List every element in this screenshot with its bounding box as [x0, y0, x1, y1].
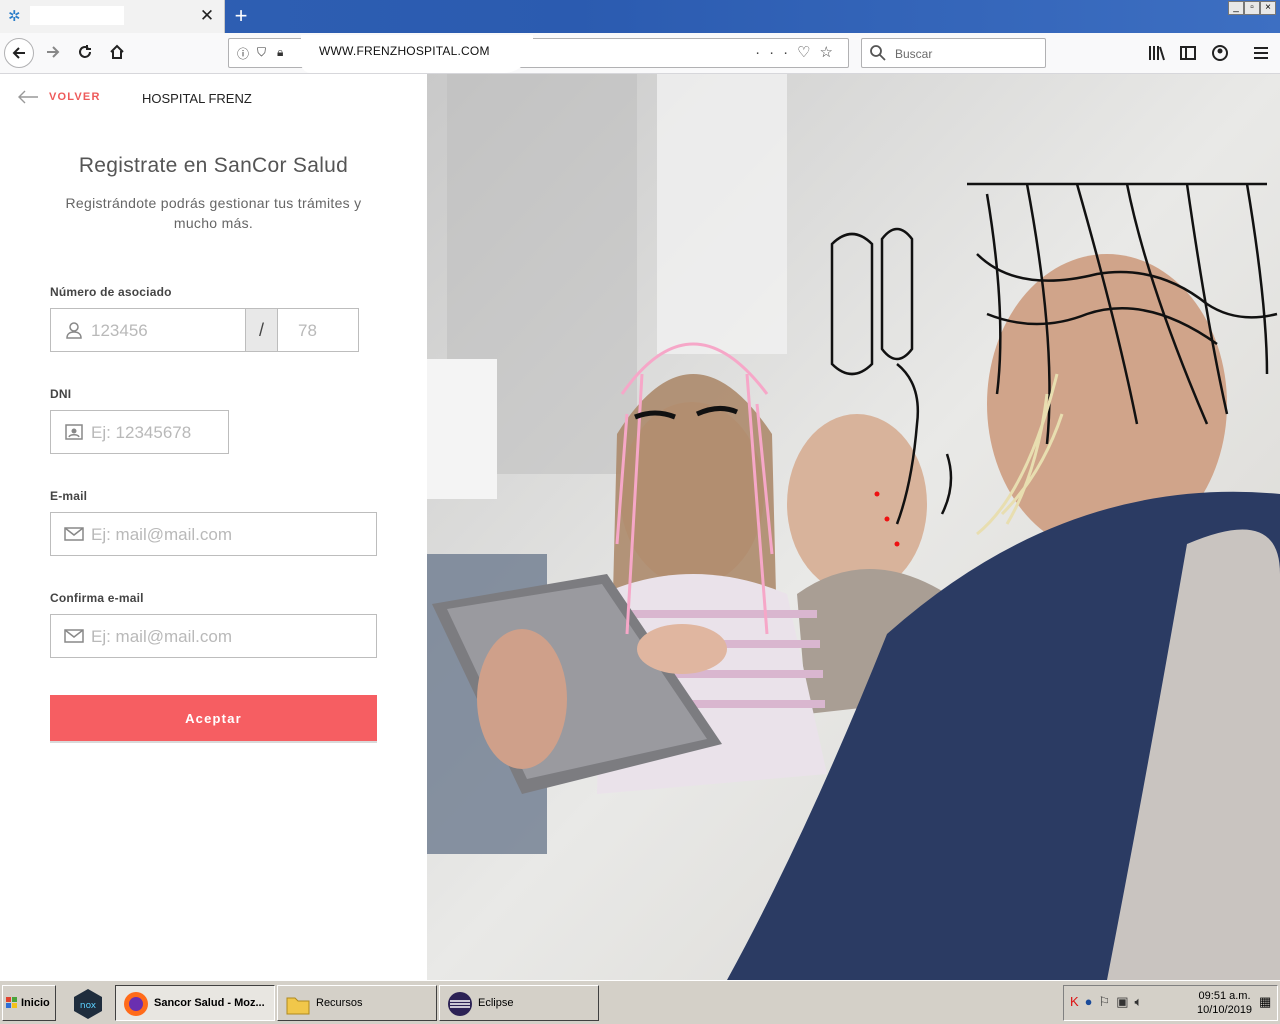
- dni-label: DNI: [50, 387, 72, 401]
- folder-icon: [286, 997, 310, 1015]
- taskbar-item-recursos[interactable]: Recursos: [277, 985, 437, 1021]
- start-button[interactable]: Inicio: [2, 985, 56, 1021]
- associate-suffix-placeholder: 78: [298, 321, 317, 340]
- account-icon[interactable]: [1207, 40, 1233, 66]
- family-photo-illustration: [427, 74, 1280, 980]
- id-card-icon: [65, 424, 83, 440]
- taskbar-item-firefox[interactable]: Sancor Salud - Moz...: [115, 985, 275, 1021]
- show-desktop-icon[interactable]: ▦: [1259, 994, 1271, 1010]
- new-tab-button[interactable]: +: [229, 3, 253, 29]
- back-button[interactable]: [4, 38, 34, 68]
- mail-icon: [64, 629, 84, 643]
- confirm-email-label: Confirma e-mail: [50, 591, 144, 605]
- web-page: VOLVER HOSPITAL FRENZ Registrate en SanC…: [0, 74, 1280, 980]
- network-icon[interactable]: ▣: [1116, 994, 1134, 1009]
- dni-field[interactable]: Ej: 12345678: [50, 410, 229, 454]
- reload-button[interactable]: [70, 38, 100, 68]
- close-tab-icon[interactable]: ✕: [197, 5, 217, 27]
- clock[interactable]: 09:51 a.m. 10/10/2019: [1197, 989, 1252, 1017]
- sidebar-icon[interactable]: [1175, 40, 1201, 66]
- email-placeholder: Ej: mail@mail.com: [91, 525, 232, 544]
- page-actions-icon[interactable]: ···: [755, 44, 797, 61]
- pocket-icon[interactable]: ♡: [797, 44, 819, 61]
- arrow-left-icon: [18, 90, 38, 104]
- url-text[interactable]: WWW.FRENZHOSPITAL.COM: [319, 44, 490, 58]
- library-icon[interactable]: [1144, 40, 1170, 66]
- confirm-email-placeholder: Ej: mail@mail.com: [91, 627, 232, 646]
- menu-hamburger-icon[interactable]: [1248, 40, 1274, 66]
- confirm-email-field[interactable]: Ej: mail@mail.com: [50, 614, 377, 658]
- arrow-right-icon: [47, 46, 60, 58]
- yandex-icon[interactable]: ●: [1085, 994, 1099, 1009]
- nox-icon[interactable]: nox: [72, 988, 104, 1020]
- hero-family-photo: [427, 74, 1280, 980]
- search-icon: [870, 45, 886, 61]
- start-label: Inicio: [21, 997, 50, 1009]
- associate-suffix-field[interactable]: 78: [277, 308, 359, 352]
- email-field[interactable]: Ej: mail@mail.com: [50, 512, 377, 556]
- browser-navbar: ⓘ ⛉ 🔒︎ WWW.FRENZHOSPITAL.COM ···♡☆ Busca…: [0, 33, 1280, 74]
- home-icon: [110, 44, 124, 59]
- restore-window-button[interactable]: ▫: [1244, 1, 1260, 15]
- taskbar-item-label: Sancor Salud - Moz...: [154, 997, 265, 1009]
- system-tray: K●⚐▣🔈︎ 09:51 a.m. 10/10/2019 ▦: [1063, 985, 1278, 1021]
- reload-icon: [79, 45, 91, 58]
- home-button[interactable]: [102, 38, 132, 68]
- back-link[interactable]: VOLVER: [17, 90, 101, 104]
- clock-time: 09:51 a.m.: [1198, 990, 1251, 1002]
- browser-tab[interactable]: ✲ ✕: [0, 0, 225, 33]
- register-panel: VOLVER HOSPITAL FRENZ Registrate en SanC…: [0, 74, 427, 980]
- insecure-lock-icon[interactable]: 🔒︎: [277, 45, 283, 60]
- back-link-label[interactable]: VOLVER: [49, 91, 101, 103]
- firefox-icon: [124, 992, 148, 1016]
- associate-number-field[interactable]: 123456: [50, 308, 246, 352]
- search-placeholder: Buscar: [895, 47, 933, 61]
- windows-taskbar: Inicio nox Sancor Salud - Moz... Recurso…: [0, 980, 1280, 1024]
- svg-text:nox: nox: [80, 1001, 97, 1011]
- brand-name: HOSPITAL FRENZ: [142, 91, 252, 106]
- clock-date: 10/10/2019: [1197, 1004, 1253, 1016]
- antivirus-icon[interactable]: K: [1070, 994, 1085, 1009]
- associate-number-label: Número de asociado: [50, 285, 172, 299]
- mail-icon: [64, 527, 84, 541]
- associate-number-placeholder: 123456: [91, 321, 148, 340]
- page-subtitle: Registrándote podrás gestionar tus trámi…: [65, 195, 362, 231]
- arrow-left-icon: [12, 47, 25, 59]
- associate-separator: /: [245, 308, 278, 352]
- tracking-shield-icon[interactable]: ⛉: [257, 45, 266, 60]
- info-icon[interactable]: ⓘ: [237, 45, 249, 62]
- email-label: E-mail: [50, 489, 88, 503]
- close-window-button[interactable]: ×: [1260, 1, 1276, 15]
- dni-placeholder: Ej: 12345678: [91, 423, 192, 442]
- bookmark-star-icon[interactable]: ☆: [820, 44, 842, 61]
- accept-button[interactable]: Aceptar: [50, 695, 377, 743]
- volume-icon[interactable]: 🔈︎: [1134, 994, 1148, 1009]
- search-bar[interactable]: Buscar: [861, 38, 1046, 68]
- eclipse-icon: [448, 992, 472, 1016]
- flag-notification-icon[interactable]: ⚐: [1099, 994, 1117, 1009]
- page-title: Registrate en SanCor Salud: [78, 154, 349, 177]
- browser-titlebar: ✲ ✕ + _ ▫ ×: [0, 0, 1280, 33]
- user-icon: [66, 322, 82, 339]
- taskbar-item-label: Eclipse: [478, 997, 514, 1009]
- url-bar[interactable]: ⓘ ⛉ 🔒︎ WWW.FRENZHOSPITAL.COM ···♡☆: [228, 35, 849, 73]
- taskbar-item-eclipse[interactable]: Eclipse: [439, 985, 599, 1021]
- site-favicon-icon: ✲: [8, 8, 21, 25]
- windows-flag-icon: [6, 997, 17, 1008]
- forward-button[interactable]: [38, 38, 68, 68]
- minimize-window-button[interactable]: _: [1228, 1, 1244, 15]
- tab-title-redacted: [30, 6, 124, 25]
- taskbar-item-label: Recursos: [316, 997, 363, 1009]
